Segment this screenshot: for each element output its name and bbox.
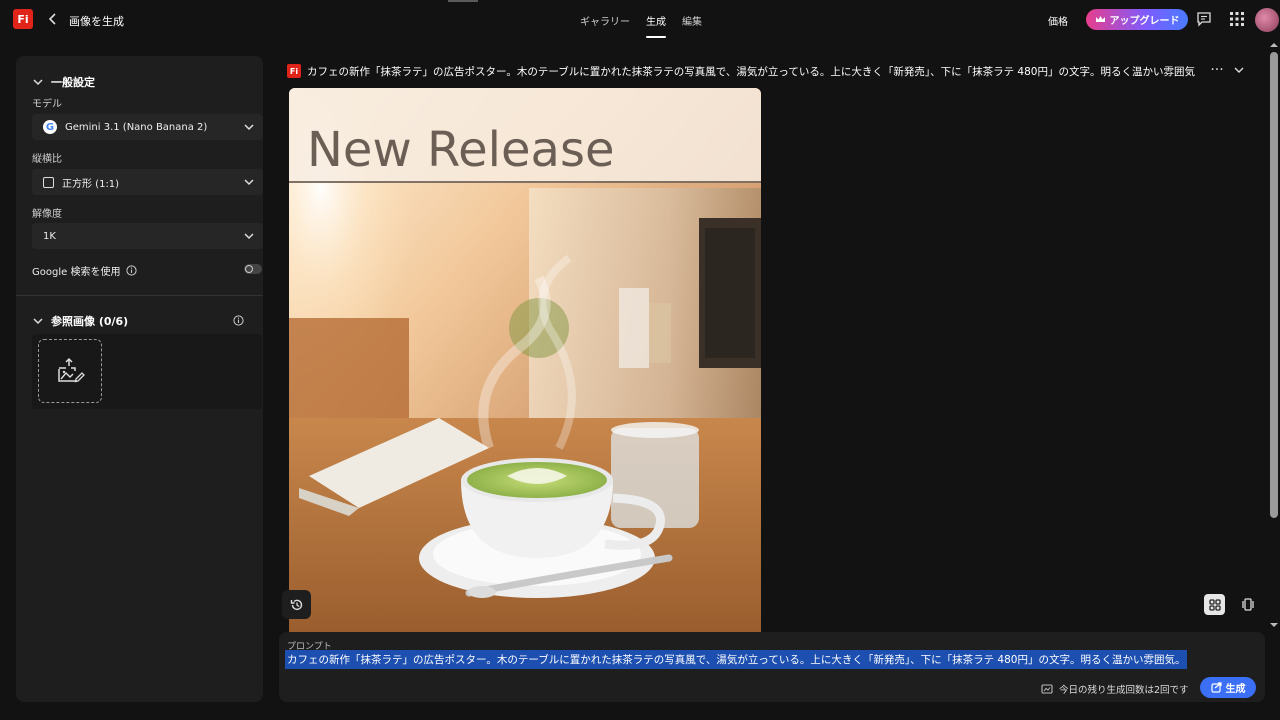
result-prompt-header: Fi カフェの新作「抹茶ラテ」の広告ポスター。木のテーブルに置かれた抹茶ラテの写…: [287, 63, 1247, 79]
page-title: 画像を生成: [69, 15, 124, 28]
tab-edit[interactable]: 編集: [674, 0, 710, 40]
model-select[interactable]: G Gemini 3.1 (Nano Banana 2): [32, 114, 263, 140]
general-settings-title: 一般設定: [51, 76, 95, 89]
resolution-label: 解像度: [32, 209, 62, 220]
section-divider: [16, 295, 263, 296]
top-bar: Fi 画像を生成 ギャラリー 生成 編集 価格 アップグレード: [0, 0, 1280, 40]
scroll-down-arrow-icon: [1270, 623, 1278, 627]
square-icon: [43, 176, 54, 188]
chevron-down-icon: [244, 124, 254, 131]
generate-button[interactable]: 生成: [1200, 677, 1256, 698]
upgrade-label: アップグレード: [1109, 16, 1180, 27]
generated-image[interactable]: New Release: [289, 88, 761, 632]
generate-label: 生成: [1225, 684, 1246, 695]
generate-icon: [1210, 682, 1222, 693]
grid-view-button[interactable]: [1204, 594, 1225, 615]
resolution-select[interactable]: 1K: [32, 223, 263, 249]
upload-reference-button[interactable]: [38, 339, 102, 403]
prompt-input[interactable]: カフェの新作「抹茶ラテ」の広告ポスター。木のテーブルに置かれた抹茶ラテの写真風で…: [285, 650, 1188, 669]
info-icon[interactable]: [233, 315, 244, 326]
info-icon[interactable]: [126, 265, 138, 276]
aspect-ratio-select[interactable]: 正方形 (1:1): [32, 169, 263, 195]
scroll-thumb[interactable]: [1270, 52, 1278, 518]
app-logo[interactable]: Fi: [13, 9, 33, 29]
google-search-label: Google 検索を使用: [32, 267, 121, 278]
google-icon: G: [43, 120, 57, 134]
model-label: モデル: [32, 99, 62, 110]
settings-sidebar: 一般設定 モデル G Gemini 3.1 (Nano Banana 2) 縦横…: [16, 56, 263, 702]
crown-icon: [1095, 16, 1105, 22]
upgrade-button[interactable]: アップグレード: [1086, 9, 1188, 30]
app-logo-small: Fi: [287, 64, 301, 78]
feedback-icon[interactable]: [1196, 11, 1212, 27]
main-nav: ギャラリー 生成 編集: [572, 0, 710, 40]
tab-generate[interactable]: 生成: [638, 0, 674, 40]
single-view-icon: [1242, 598, 1254, 611]
chevron-down-icon: [33, 78, 43, 85]
pricing-link[interactable]: 価格: [1048, 13, 1068, 28]
reference-images-header[interactable]: 参照画像 (0/6): [33, 313, 128, 329]
chevron-down-icon: [244, 179, 254, 186]
chevron-left-icon: [48, 13, 56, 25]
image-upload-icon: [58, 357, 85, 383]
google-search-row: Google 検索を使用: [32, 263, 138, 278]
chevron-down-icon: [244, 233, 254, 240]
history-icon: [290, 599, 302, 610]
aspect-ratio-value: 正方形 (1:1): [62, 178, 120, 190]
aspect-ratio-label: 縦横比: [32, 154, 62, 165]
image-headline: New Release: [307, 122, 615, 178]
scroll-up-arrow-icon: [1270, 43, 1278, 47]
general-settings-header[interactable]: 一般設定: [33, 74, 95, 90]
result-prompt-text: カフェの新作「抹茶ラテ」の広告ポスター。木のテーブルに置かれた抹茶ラテの写真風で…: [307, 65, 1195, 78]
chevron-down-icon[interactable]: [1232, 63, 1246, 77]
apps-grid-icon[interactable]: [1229, 11, 1245, 27]
google-search-toggle[interactable]: [244, 264, 262, 274]
reference-images-title: 参照画像 (0/6): [51, 315, 129, 328]
grid-view-icon: [1208, 598, 1221, 611]
more-options-icon[interactable]: ···: [1209, 63, 1225, 79]
user-avatar[interactable]: [1255, 8, 1279, 32]
credits-icon: [1041, 683, 1053, 694]
top-indicator: [448, 0, 478, 2]
model-value: Gemini 3.1 (Nano Banana 2): [65, 121, 208, 133]
remaining-count-text: 今日の残り生成回数は2回です: [1059, 685, 1189, 696]
tab-gallery[interactable]: ギャラリー: [572, 0, 638, 40]
history-button[interactable]: [282, 590, 311, 619]
chevron-down-icon: [33, 317, 43, 324]
prompt-composer: プロンプト カフェの新作「抹茶ラテ」の広告ポスター。木のテーブルに置かれた抹茶ラ…: [279, 632, 1265, 702]
resolution-value: 1K: [43, 230, 56, 242]
back-button[interactable]: [44, 10, 62, 28]
single-view-button[interactable]: [1238, 594, 1258, 615]
remaining-count-row: 今日の残り生成回数は2回です: [1041, 682, 1189, 696]
